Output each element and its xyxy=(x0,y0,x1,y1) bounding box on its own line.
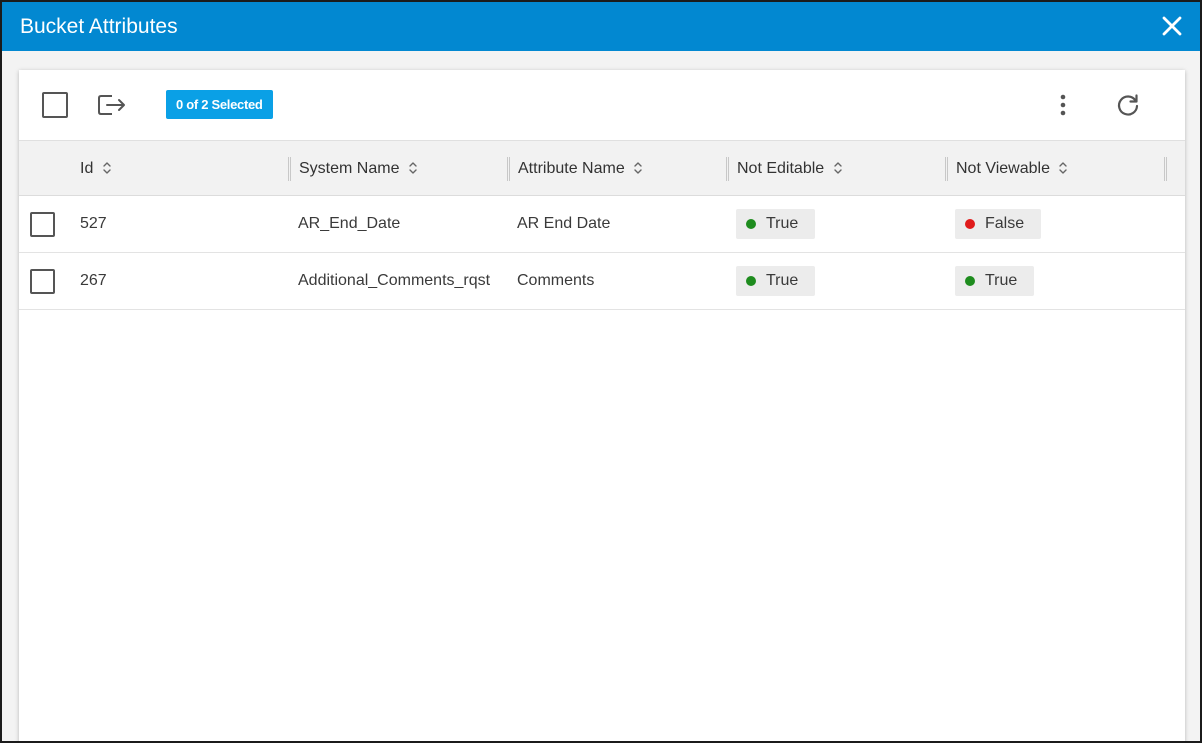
export-button[interactable] xyxy=(97,92,127,118)
status-label: True xyxy=(766,215,799,232)
table-row[interactable]: 527 AR_End_Date AR End Date True False xyxy=(19,196,1185,253)
attributes-table: Id System Name Attribute Name Not Editab… xyxy=(19,140,1185,310)
column-header-not-editable[interactable]: Not Editable xyxy=(737,141,843,196)
column-header-label: Id xyxy=(80,160,94,177)
sort-icon xyxy=(833,162,842,174)
more-vertical-icon xyxy=(1060,94,1066,116)
refresh-icon xyxy=(1117,94,1139,116)
not-editable-status-badge: True xyxy=(736,209,816,239)
cell-id: 527 xyxy=(80,215,107,232)
column-resize-handle[interactable] xyxy=(726,157,729,181)
column-resize-handle[interactable] xyxy=(1164,157,1167,181)
column-header-label: Attribute Name xyxy=(518,160,625,177)
cell-attribute-name: Comments xyxy=(517,272,595,289)
selection-count-badge: 0 of 2 Selected xyxy=(166,90,273,119)
dialog-title: Bucket Attributes xyxy=(20,15,178,38)
column-header-label: Not Viewable xyxy=(956,160,1050,177)
column-header-id[interactable]: Id xyxy=(80,141,112,196)
table-row[interactable]: 267 Additional_Comments_rqst Comments Tr… xyxy=(19,253,1185,310)
cell-attribute-name: AR End Date xyxy=(517,215,611,232)
sort-icon xyxy=(103,162,111,174)
status-dot-icon xyxy=(965,219,975,229)
table-header: Id System Name Attribute Name Not Editab… xyxy=(19,140,1185,196)
not-editable-status-badge: True xyxy=(736,266,816,296)
cell-system-name: Additional_Comments_rqst xyxy=(298,272,491,289)
status-dot-icon xyxy=(965,276,975,286)
status-dot-icon xyxy=(746,276,756,286)
column-header-system-name[interactable]: System Name xyxy=(299,141,418,196)
cell-id: 267 xyxy=(80,272,107,289)
select-all-checkbox[interactable] xyxy=(42,92,68,118)
status-label: True xyxy=(766,272,799,289)
not-viewable-status-badge: False xyxy=(955,209,1042,239)
attributes-grid-card: 0 of 2 Selected Id System Name Attribute… xyxy=(19,70,1185,741)
sort-icon xyxy=(634,162,642,174)
not-viewable-status-badge: True xyxy=(955,266,1035,296)
row-checkbox[interactable] xyxy=(30,212,55,237)
status-label: False xyxy=(985,215,1025,232)
close-button[interactable] xyxy=(1160,14,1184,38)
cell-system-name: AR_End_Date xyxy=(298,215,401,232)
column-header-not-viewable[interactable]: Not Viewable xyxy=(956,141,1068,196)
row-checkbox[interactable] xyxy=(30,269,55,294)
column-header-label: Not Editable xyxy=(737,160,825,177)
column-resize-handle[interactable] xyxy=(945,157,948,181)
column-header-attribute-name[interactable]: Attribute Name xyxy=(518,141,643,196)
column-header-label: System Name xyxy=(299,160,400,177)
column-resize-handle[interactable] xyxy=(288,157,291,181)
bucket-attributes-dialog: Bucket Attributes 0 of 2 Selected Id Sys… xyxy=(0,0,1202,743)
close-icon xyxy=(1162,16,1182,36)
sort-icon xyxy=(1059,162,1068,174)
sort-icon xyxy=(409,162,417,174)
column-resize-handle[interactable] xyxy=(507,157,510,181)
export-icon xyxy=(98,95,125,115)
dialog-title-bar: Bucket Attributes xyxy=(2,2,1200,51)
status-label: True xyxy=(985,272,1018,289)
status-dot-icon xyxy=(746,219,756,229)
more-options-button[interactable] xyxy=(1052,92,1074,118)
refresh-button[interactable] xyxy=(1115,92,1141,118)
grid-toolbar: 0 of 2 Selected xyxy=(19,70,1185,140)
